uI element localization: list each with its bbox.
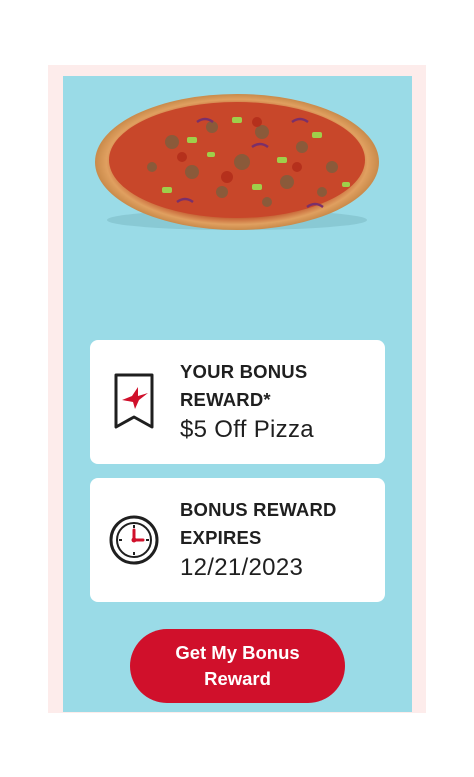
expires-title: BONUS REWARD EXPIRES	[180, 499, 337, 548]
reward-value: $5 Off Pizza	[180, 416, 314, 443]
reward-expires-card: BONUS REWARD EXPIRES 12/21/2023	[90, 478, 385, 602]
reward-title: YOUR BONUS REWARD*	[180, 361, 308, 410]
clock-icon	[109, 515, 159, 565]
pizza-image	[95, 94, 379, 230]
expires-date: 12/21/2023	[180, 554, 304, 581]
bookmark-bird-icon	[114, 373, 154, 429]
bonus-reward-card: YOUR BONUS REWARD* $5 Off Pizza	[90, 340, 385, 464]
get-bonus-reward-button[interactable]: Get My Bonus Reward	[130, 629, 345, 703]
get-bonus-reward-label: Get My Bonus Reward	[175, 642, 300, 689]
